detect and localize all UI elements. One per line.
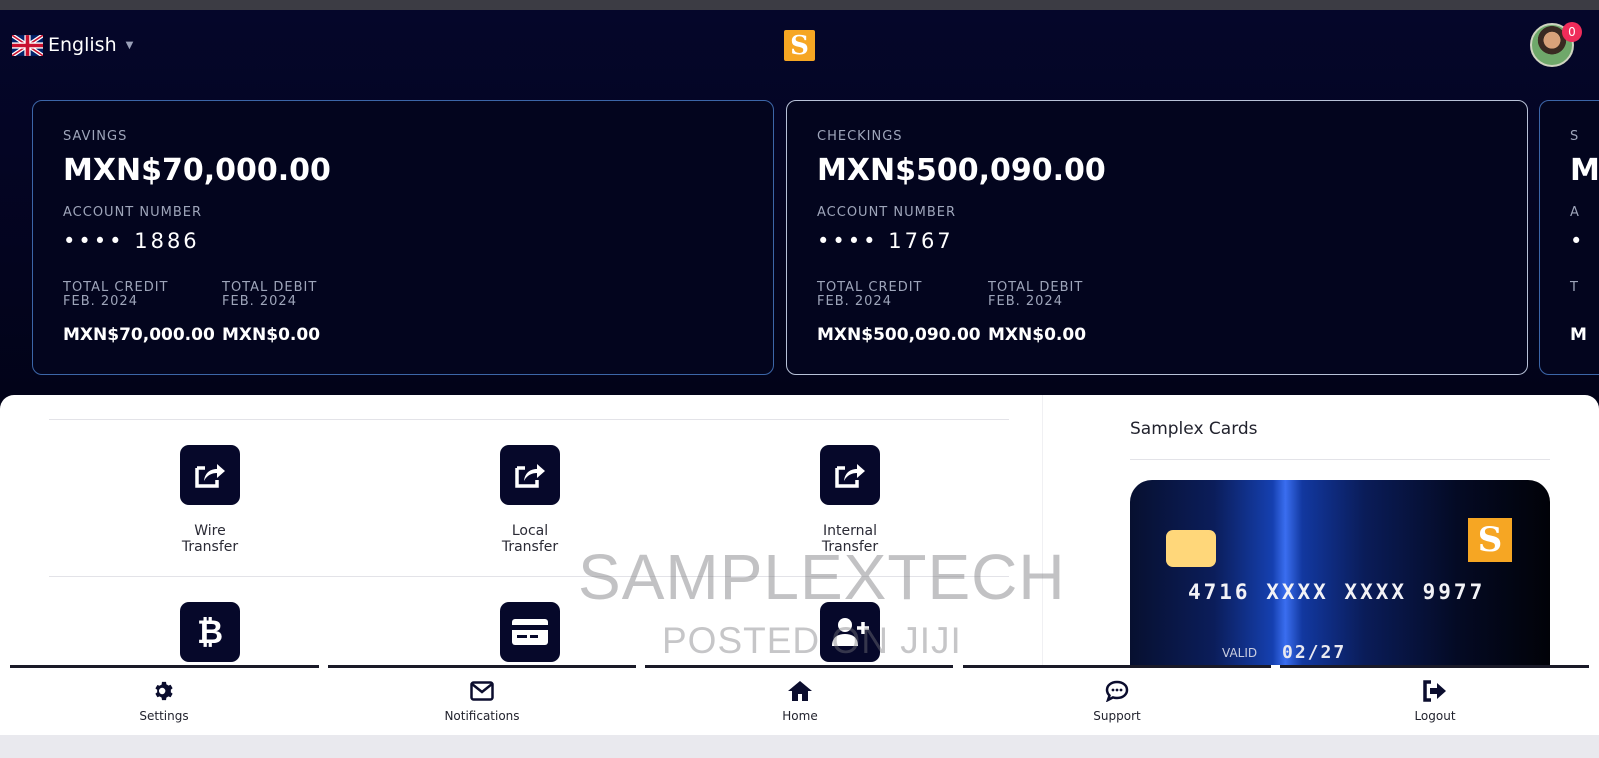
envelope-icon [402, 679, 562, 703]
action-cards[interactable] [430, 602, 630, 662]
account-balance: MXN$70,000.00 [63, 153, 331, 188]
nav-indicator [645, 665, 953, 668]
profile-menu[interactable]: 0 [1530, 22, 1582, 67]
chevron-down-icon: ▼ [125, 39, 134, 51]
account-balance: MXN$500,090.00 [817, 153, 1106, 188]
nav-support[interactable]: Support [1037, 679, 1197, 723]
account-card-partial[interactable]: S M A • T M [1539, 100, 1599, 375]
logout-icon [1355, 679, 1515, 703]
nav-label: Support [1093, 709, 1141, 723]
uk-flag-icon [12, 34, 43, 56]
total-credit: T M [1570, 280, 1587, 346]
account-number-label: ACCOUNT NUMBER [63, 205, 202, 220]
language-label: English [48, 34, 117, 56]
total-debit-label: TOTAL DEBIT [988, 280, 1084, 295]
notification-badge: 0 [1562, 22, 1582, 42]
nav-indicator [1280, 665, 1589, 668]
total-credit-period: FEB. 2024 [817, 294, 892, 309]
cards-section-title: Samplex Cards [1130, 419, 1258, 439]
account-balance: M [1570, 153, 1599, 188]
total-debit: TOTAL DEBIT FEB. 2024 MXN$0.00 [988, 280, 1087, 346]
total-debit-period: FEB. 2024 [222, 294, 297, 309]
total-credit-label: TOTAL CREDIT [817, 280, 923, 295]
nav-label: Logout [1414, 709, 1456, 723]
total-credit-value: M [1570, 325, 1587, 345]
action-internal-transfer[interactable]: Internal Transfer [750, 445, 950, 555]
divider [49, 419, 1009, 420]
nav-label: Settings [139, 709, 189, 723]
total-credit: TOTAL CREDIT FEB. 2024 MXN$500,090.00 [817, 280, 981, 346]
divider [1130, 459, 1550, 460]
divider [49, 576, 1009, 577]
card-chip [1166, 530, 1216, 567]
nav-home[interactable]: Home [720, 679, 880, 723]
bottom-navigation: Settings Notifications Home Support Logo… [0, 665, 1599, 735]
account-number: •••• 1886 [63, 229, 200, 253]
gear-icon [84, 679, 244, 703]
account-type: S [1570, 129, 1580, 144]
page-bottom-strip [0, 735, 1599, 758]
account-number: •••• 1767 [817, 229, 954, 253]
total-debit-value: MXN$0.00 [222, 325, 321, 345]
account-number-label: ACCOUNT NUMBER [817, 205, 956, 220]
card-number: 4716 XXXX XXXX 9977 [1188, 580, 1486, 604]
bank-card[interactable]: S 4716 XXXX XXXX 9977 VALID 02/27 [1130, 480, 1550, 665]
chat-icon [1037, 679, 1197, 703]
share-icon[interactable] [820, 445, 880, 505]
action-local-transfer[interactable]: Local Transfer [430, 445, 630, 555]
action-label: Wire Transfer [181, 523, 239, 555]
valid-label: VALID [1222, 646, 1258, 660]
account-number: • [1570, 229, 1586, 253]
panel-divider [1042, 395, 1043, 665]
share-icon[interactable] [180, 445, 240, 505]
total-credit-value: MXN$70,000.00 [63, 325, 215, 345]
action-label: Local Transfer [501, 523, 559, 555]
total-debit-value: MXN$0.00 [988, 325, 1087, 345]
total-credit-label: T [1570, 280, 1579, 295]
account-type: CHECKINGS [817, 129, 903, 144]
language-selector[interactable]: English ▼ [12, 34, 133, 56]
nav-settings[interactable]: Settings [84, 679, 244, 723]
nav-logout[interactable]: Logout [1355, 679, 1515, 723]
add-user-icon[interactable] [820, 602, 880, 662]
action-add-beneficiary[interactable] [750, 602, 950, 662]
action-crypto[interactable]: ₿ [110, 602, 310, 662]
nav-indicator [328, 665, 636, 668]
total-credit-value: MXN$500,090.00 [817, 325, 981, 345]
total-credit-period: FEB. 2024 [63, 294, 138, 309]
nav-indicator [963, 665, 1271, 668]
home-icon [720, 679, 880, 703]
account-type: SAVINGS [63, 129, 128, 144]
nav-indicator [10, 665, 319, 668]
account-card-savings[interactable]: SAVINGS MXN$70,000.00 ACCOUNT NUMBER •••… [32, 100, 774, 375]
total-debit-label: TOTAL DEBIT [222, 280, 318, 295]
brand-logo[interactable]: S [784, 30, 815, 61]
credit-card-icon[interactable] [500, 602, 560, 662]
action-wire-transfer[interactable]: Wire Transfer [110, 445, 310, 555]
total-debit: TOTAL DEBIT FEB. 2024 MXN$0.00 [222, 280, 321, 346]
nav-notifications[interactable]: Notifications [402, 679, 562, 723]
total-credit-label: TOTAL CREDIT [63, 280, 169, 295]
account-card-checkings[interactable]: CHECKINGS MXN$500,090.00 ACCOUNT NUMBER … [786, 100, 1528, 375]
total-credit: TOTAL CREDIT FEB. 2024 MXN$70,000.00 [63, 280, 215, 346]
browser-top-strip [0, 0, 1599, 10]
nav-label: Home [782, 709, 818, 723]
nav-label: Notifications [444, 709, 520, 723]
action-label: Internal Transfer [821, 523, 879, 555]
card-expiry: 02/27 [1282, 642, 1347, 663]
bitcoin-icon[interactable]: ₿ [180, 602, 240, 662]
share-icon[interactable] [500, 445, 560, 505]
account-number-label: A [1570, 205, 1580, 220]
card-brand-logo: S [1468, 518, 1512, 562]
total-debit-period: FEB. 2024 [988, 294, 1063, 309]
